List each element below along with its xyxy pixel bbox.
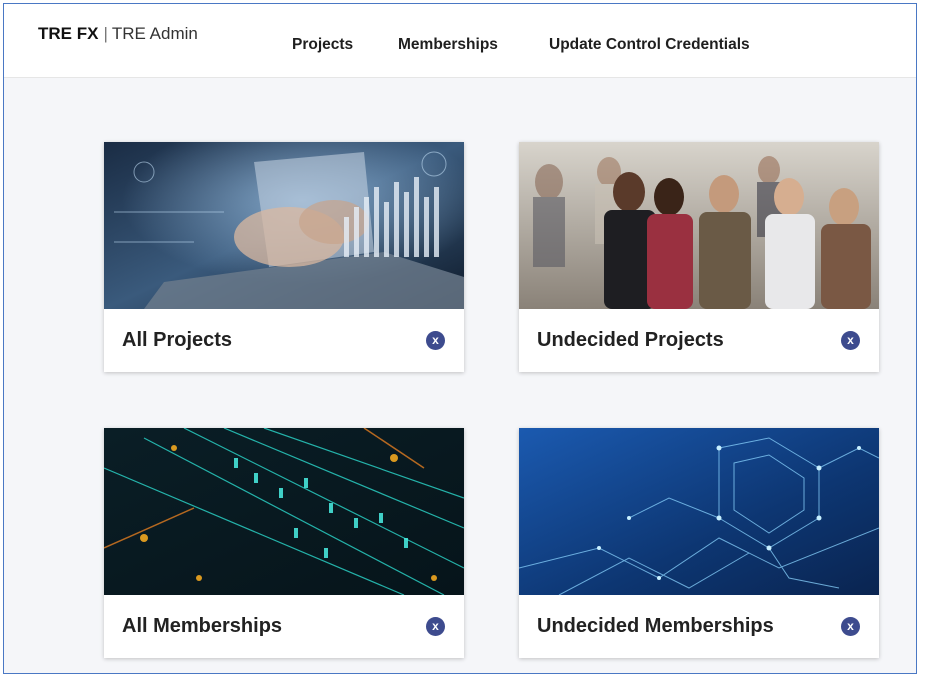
card-undecided-projects[interactable]: Undecided Projects x bbox=[519, 142, 879, 372]
top-navbar: TRE FX | TRE Admin Projects Memberships Up… bbox=[4, 4, 916, 78]
card-title: Undecided Memberships bbox=[537, 615, 774, 637]
brand-subtitle: TRE Admin bbox=[111, 24, 198, 43]
nav-projects[interactable]: Projects bbox=[292, 36, 353, 54]
close-badge-icon[interactable]: x bbox=[841, 331, 860, 350]
circuit-network-image bbox=[519, 428, 879, 595]
binary-data-image bbox=[104, 428, 464, 595]
people-meeting-image bbox=[519, 142, 879, 309]
brand[interactable]: TRE FX | TRE Admin bbox=[38, 24, 198, 44]
card-title: All Memberships bbox=[122, 615, 283, 637]
app-frame: TRE FX | TRE Admin Projects Memberships Up… bbox=[3, 3, 917, 674]
close-badge-icon[interactable]: x bbox=[426, 331, 445, 350]
brand-separator: | bbox=[103, 24, 108, 43]
card-undecided-memberships[interactable]: Undecided Memberships x bbox=[519, 428, 879, 658]
card-title: Undecided Projects bbox=[537, 329, 724, 351]
nav-update-control-credentials[interactable]: Update Control Credentials bbox=[549, 36, 750, 54]
card-all-projects[interactable]: All Projects x bbox=[104, 142, 464, 372]
nav-memberships[interactable]: Memberships bbox=[398, 36, 498, 54]
card-all-memberships[interactable]: All Memberships x bbox=[104, 428, 464, 658]
laptop-analytics-image bbox=[104, 142, 464, 309]
close-badge-icon[interactable]: x bbox=[426, 617, 445, 636]
card-title: All Projects bbox=[122, 329, 233, 351]
close-badge-icon[interactable]: x bbox=[841, 617, 860, 636]
brand-name: TRE FX bbox=[38, 24, 99, 43]
